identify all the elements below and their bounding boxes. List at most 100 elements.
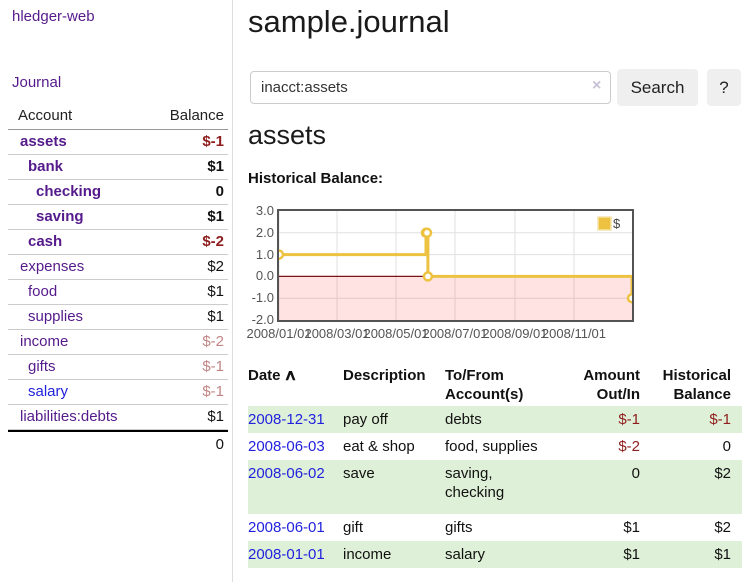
sidebar-account-link[interactable]: assets [8, 133, 67, 151]
accounts-table: Account Balance assets $-1 bank $1 checking 0… [8, 104, 228, 457]
sidebar-account-link[interactable]: cash [8, 233, 62, 251]
account-row: gifts$-1 [8, 355, 228, 380]
account-row: cash$-2 [8, 230, 228, 255]
transaction-date-cell: 2008-06-03 [248, 433, 343, 460]
sidebar-account-link[interactable]: salary [8, 383, 68, 401]
transaction-amount: 0 [578, 460, 640, 514]
transactions-header-row: Date∧ Description To/From Account(s) Amo… [248, 364, 742, 406]
transaction-row: 2008-01-01incomesalary$1$1 [248, 541, 742, 568]
transaction-accounts: gifts [445, 514, 578, 541]
account-row: salary $-1 [8, 380, 228, 405]
svg-text:$: $ [613, 216, 621, 231]
sidebar-item-journal[interactable]: Journal [12, 74, 61, 91]
account-row: checking 0 [8, 180, 228, 205]
transaction-balance: $1 [640, 541, 742, 568]
column-date[interactable]: Date∧ [248, 364, 343, 406]
x-tick-label: 2008/01/01 [246, 326, 311, 341]
account-row: saving $1 [8, 205, 228, 230]
sidebar-account-link[interactable]: gifts [8, 358, 56, 376]
chart-svg: $ [277, 209, 634, 322]
accounts-column-account: Account [18, 107, 72, 124]
accounts-total-value: 0 [216, 436, 224, 453]
sort-ascending-icon: ∧ [283, 366, 297, 385]
column-accounts: To/From Account(s) [445, 364, 578, 406]
transaction-description: gift [343, 514, 445, 541]
sidebar-account-link[interactable]: supplies [8, 308, 83, 326]
chart-title: Historical Balance: [248, 170, 383, 187]
historical-balance-chart: $ [277, 209, 634, 322]
page-title: sample.journal [248, 4, 450, 40]
transaction-date-link[interactable]: 2008-06-03 [248, 438, 325, 455]
sidebar-account-link[interactable]: checking [8, 183, 101, 201]
transaction-date-cell: 2008-06-02 [248, 460, 343, 514]
transaction-balance: 0 [640, 433, 742, 460]
sidebar-account-link[interactable]: liabilities:debts [8, 408, 118, 426]
x-tick-label: 2008/05/01 [363, 326, 428, 341]
y-tick-label: 1.0 [256, 248, 274, 262]
transaction-description: income [343, 541, 445, 568]
app-brand-link[interactable]: hledger-web [12, 8, 95, 25]
clear-search-icon[interactable]: × [592, 78, 601, 94]
help-button[interactable]: ? [707, 69, 741, 106]
sidebar-account-link[interactable]: saving [8, 208, 84, 226]
transaction-amount: $-2 [578, 433, 640, 460]
y-tick-label: -1.0 [252, 291, 274, 305]
accounts-total-row: 0 [8, 430, 228, 457]
y-tick-label: 3.0 [256, 204, 274, 218]
sidebar-account-link[interactable]: income [8, 333, 68, 351]
search-input[interactable] [250, 71, 611, 104]
account-row: income $-2 [8, 330, 228, 355]
account-row: supplies $1 [8, 305, 228, 330]
column-description: Description [343, 364, 445, 406]
account-row: bank $1 [8, 155, 228, 180]
account-balance: 0 [216, 183, 224, 201]
transaction-date-cell: 2008-01-01 [248, 541, 343, 568]
account-balance: $1 [207, 408, 224, 426]
account-row: liabilities:debts $1 [8, 405, 228, 430]
account-row: expenses $2 [8, 255, 228, 280]
account-balance: $-1 [202, 133, 224, 151]
transaction-accounts: salary [445, 541, 578, 568]
account-row: food$1 [8, 280, 228, 305]
chart-x-axis: 2008/01/012008/03/012008/05/012008/07/01… [277, 326, 677, 342]
sidebar-account-link[interactable]: food [8, 283, 57, 301]
account-heading: assets [248, 120, 326, 151]
account-balance: $1 [207, 308, 224, 326]
transaction-date-link[interactable]: 2008-06-01 [248, 519, 325, 536]
transaction-accounts: saving, checking [445, 460, 578, 514]
account-row: assets $-1 [8, 130, 228, 155]
transaction-row: 2008-06-02savesaving, checking0$2 [248, 460, 742, 514]
accounts-column-balance: Balance [170, 107, 224, 124]
transaction-row: 2008-12-31pay offdebts$-1$-1 [248, 406, 742, 433]
account-balance: $2 [207, 258, 224, 276]
search-button[interactable]: Search [617, 69, 698, 106]
transaction-amount: $1 [578, 541, 640, 568]
y-tick-label: 0.0 [256, 269, 274, 283]
transaction-amount: $1 [578, 514, 640, 541]
account-balance: $-2 [202, 333, 224, 351]
transaction-amount: $-1 [578, 406, 640, 433]
transaction-row: 2008-06-03eat & shopfood, supplies$-20 [248, 433, 742, 460]
transaction-accounts: food, supplies [445, 433, 578, 460]
account-balance: $1 [207, 208, 224, 226]
x-tick-label: 2008/07/01 [422, 326, 487, 341]
account-balance: $-1 [202, 383, 224, 401]
x-tick-label: 2008/03/01 [304, 326, 369, 341]
account-balance: $1 [207, 158, 224, 176]
sidebar-account-link[interactable]: bank [8, 158, 63, 176]
column-balance: Historical Balance [640, 364, 742, 406]
transaction-row: 2008-06-01 giftgifts$1$2 [248, 514, 742, 541]
transaction-date-link[interactable]: 2008-12-31 [248, 411, 325, 428]
x-tick-label: 2008/09/01 [482, 326, 547, 341]
column-amount: Amount Out/In [578, 364, 640, 406]
x-tick-label: 2008/11/01 [542, 326, 606, 341]
chart-y-axis: 3.02.01.00.0-1.0-2.0 [248, 209, 274, 322]
sidebar-account-link[interactable]: expenses [8, 258, 84, 276]
transaction-date-link[interactable]: 2008-01-01 [248, 546, 325, 563]
transaction-balance: $-1 [640, 406, 742, 433]
transaction-date-cell: 2008-12-31 [248, 406, 343, 433]
transaction-date-link[interactable]: 2008-06-02 [248, 465, 325, 482]
main-content: sample.journal × Search ? assets Histori… [248, 0, 742, 582]
transaction-balance: $2 [640, 514, 742, 541]
transactions-table: Date∧ Description To/From Account(s) Amo… [248, 364, 742, 568]
